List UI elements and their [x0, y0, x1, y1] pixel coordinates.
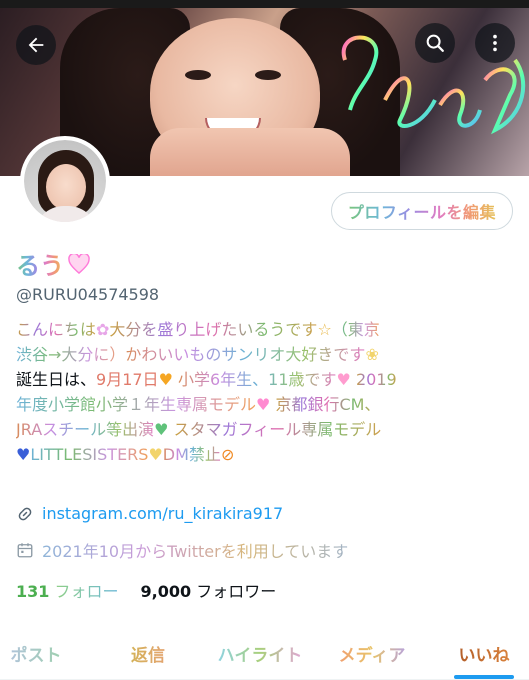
bio-text: DM禁止: [162, 445, 221, 464]
search-icon: [426, 34, 444, 52]
blue-heart-emoji-icon: ♥: [16, 445, 31, 464]
followers-count: 9,000: [140, 582, 192, 601]
link-icon: [18, 507, 32, 520]
joined-date-row: 2021年10月からTwitterを利用しています: [16, 538, 348, 562]
back-button[interactable]: [16, 25, 56, 65]
tab-highlights[interactable]: ハイライト: [204, 628, 316, 679]
bio-text: 2019: [355, 370, 397, 389]
display-name: るう: [16, 246, 90, 281]
bio-text: こんにちは: [16, 320, 97, 339]
bio-line-3: 誕生日は、9月17日♥ 小学6年生、11歳です♥ 2019: [16, 367, 516, 392]
banner-hands: [150, 128, 350, 176]
follow-stats: 131 フォロー 9,000 フォロワー: [16, 578, 276, 602]
pink-heart-emoji-icon: ♥: [256, 395, 271, 414]
banner-eye-left: [185, 70, 211, 80]
bio-text: 9月17日: [96, 370, 159, 389]
tab-media[interactable]: メディア: [316, 628, 428, 679]
green-heart-emoji-icon: ♥: [154, 420, 169, 439]
bio-text: かわいいものサンリオ大好きです: [125, 345, 366, 364]
bio-text: JRAスチール等出演: [16, 420, 155, 439]
bio-line-1: こんにちは✿大分を盛り上げたいるうです☆（東京: [16, 317, 516, 342]
yellow-heart-emoji-icon: ♥: [148, 445, 163, 464]
tab-likes[interactable]: いいね: [428, 628, 529, 679]
pink-heart-emoji-icon: [68, 253, 90, 274]
tab-label: 返信: [131, 641, 165, 666]
search-button[interactable]: [415, 23, 455, 63]
bio-text: （東京: [331, 320, 380, 339]
status-strip: [0, 0, 529, 8]
flower-emoji-icon: ✿: [96, 320, 110, 339]
bio-text: LITTLESISTERS: [30, 445, 149, 464]
bio-line-4: 年度小学館小学１年生専属モデル♥ 京都銀行CM、: [16, 392, 516, 417]
tab-label: メディア: [339, 641, 406, 666]
display-name-text: るう: [16, 246, 64, 281]
followers-stat[interactable]: 9,000 フォロワー: [141, 578, 277, 602]
profile-tabs: ポスト 返信 ハイライト メディア いいね: [0, 628, 529, 680]
edit-profile-label: プロフィールを編集: [348, 199, 496, 223]
bio-line-5: JRAスチール等出演♥ スタマガフィール専属モデル: [16, 417, 516, 442]
edit-profile-button[interactable]: プロフィールを編集: [330, 192, 513, 230]
profile-link[interactable]: instagram.com/ru_kirakira917: [42, 504, 283, 523]
tab-label: ハイライト: [218, 641, 303, 666]
tab-posts[interactable]: ポスト: [0, 628, 92, 679]
calendar-icon: [17, 543, 33, 558]
tab-replies[interactable]: 返信: [92, 628, 204, 679]
active-tab-indicator: [454, 675, 514, 679]
handle: @RURU04574598: [16, 285, 160, 304]
tab-label: ポスト: [11, 641, 62, 666]
bio-text: 誕生日は、: [16, 370, 97, 389]
profile-avatar[interactable]: [20, 136, 110, 226]
bio-text: 大分を盛り上げたいるうです: [109, 320, 318, 339]
following-count: 131: [16, 582, 50, 601]
pink-heart-emoji-icon: ♥: [336, 370, 351, 389]
followers-label: フォロワー: [196, 582, 277, 601]
more-button[interactable]: [475, 23, 515, 63]
bio: こんにちは✿大分を盛り上げたいるうです☆（東京 渋谷→大分に）かわいいものサンリ…: [16, 317, 516, 467]
joined-date-text: 2021年10月からTwitterを利用しています: [42, 542, 349, 561]
following-label: フォロー: [54, 582, 119, 601]
banner-eye-right: [255, 70, 281, 80]
arrow-left-icon: [28, 37, 44, 53]
bio-text: 京都銀行CM、: [275, 395, 381, 414]
bio-text: 年度小学館小学１年生専属モデル: [16, 395, 257, 414]
following-stat[interactable]: 131 フォロー: [16, 578, 119, 602]
bio-text: 小学6年生、11歳です: [178, 370, 337, 389]
bio-text: スタマガフィール専属モデル: [173, 420, 382, 439]
star-emoji-icon: ☆: [317, 320, 332, 339]
bio-line-6: ♥LITTLESISTERS♥DM禁止⊘: [16, 442, 516, 467]
profile-link-row[interactable]: instagram.com/ru_kirakira917: [16, 504, 283, 523]
bio-text: 渋谷→大分に）: [16, 345, 126, 364]
avatar-face: [46, 164, 86, 210]
prohibited-emoji-icon: ⊘: [220, 445, 235, 464]
more-vertical-icon: [493, 34, 497, 52]
lotus-emoji-icon: ❀: [365, 345, 379, 364]
bio-line-2: 渋谷→大分に）かわいいものサンリオ大好きです❀: [16, 342, 516, 367]
orange-heart-emoji-icon: ♥: [158, 370, 173, 389]
tab-label: いいね: [459, 641, 510, 666]
